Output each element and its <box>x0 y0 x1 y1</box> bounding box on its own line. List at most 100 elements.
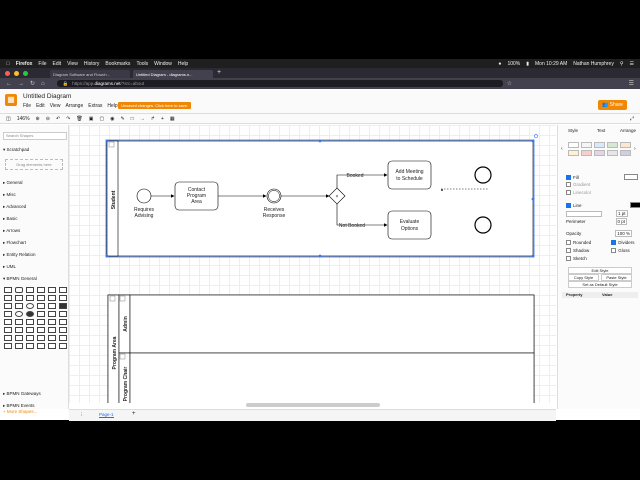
shape-tile[interactable] <box>15 335 23 341</box>
fill-color-icon[interactable]: ◉ <box>110 116 114 122</box>
menu-tools[interactable]: Tools <box>136 61 148 67</box>
table-icon[interactable]: ▦ <box>170 116 175 122</box>
line-pattern-select[interactable] <box>566 210 602 217</box>
browser-tab-1[interactable]: Diagram Software and Flowch... <box>50 70 130 78</box>
program-chair-lane[interactable] <box>129 352 535 403</box>
student-pool[interactable] <box>106 140 534 257</box>
resize-handle[interactable] <box>531 139 535 143</box>
line-width-row[interactable]: 1 pt <box>566 210 628 217</box>
edge-start-point[interactable] <box>441 189 443 191</box>
to-back-icon[interactable]: ▢ <box>99 116 104 122</box>
resize-handle[interactable] <box>105 254 109 258</box>
row-checkbox[interactable] <box>566 190 571 195</box>
shape-tile[interactable] <box>26 303 34 309</box>
unsaved-changes-button[interactable]: Unsaved changes. Click here to save. <box>118 102 192 109</box>
fill-row[interactable]: Fill <box>566 174 638 180</box>
zoom-window-icon[interactable] <box>23 70 28 76</box>
zoom-out-icon[interactable]: ⊖ <box>46 116 50 122</box>
shape-tile[interactable] <box>59 295 67 301</box>
shape-tile[interactable] <box>48 311 56 317</box>
rounded-checkbox[interactable] <box>566 240 571 245</box>
clock[interactable]: Mon 10:29 AM <box>535 61 567 67</box>
rotate-handle[interactable] <box>534 134 538 138</box>
shape-tile[interactable] <box>37 343 45 349</box>
task-evaluate-options[interactable] <box>387 210 432 240</box>
section-flowchart[interactable]: ▸ Flowchart <box>3 240 26 246</box>
shape-tile[interactable] <box>4 343 12 349</box>
shape-tile[interactable] <box>26 335 34 341</box>
gradient-checkbox[interactable] <box>566 182 571 187</box>
shape-tile[interactable] <box>15 303 23 309</box>
section-basic[interactable]: ▸ Basic <box>3 216 18 222</box>
shape-tile[interactable] <box>4 287 12 293</box>
style-swatch[interactable] <box>594 150 605 156</box>
shape-tile[interactable] <box>26 343 34 349</box>
resize-handle[interactable] <box>531 197 535 201</box>
style-swatch[interactable] <box>594 142 605 148</box>
connection-icon[interactable]: → <box>140 116 145 122</box>
line-color-swatch[interactable] <box>629 202 640 208</box>
shape-tile[interactable] <box>4 335 12 341</box>
app-menu-edit[interactable]: Edit <box>36 103 45 109</box>
menu-file[interactable]: File <box>38 61 46 67</box>
wifi-icon[interactable]: ● <box>498 61 501 67</box>
shape-tile[interactable] <box>59 319 67 325</box>
line-color-icon[interactable]: ✎ <box>121 116 125 122</box>
bookmark-star-icon[interactable]: ☆ <box>507 80 512 87</box>
menu-help[interactable]: Help <box>178 61 188 67</box>
shape-tile[interactable] <box>4 295 12 301</box>
battery-level[interactable]: 100% <box>507 61 520 67</box>
shape-tile[interactable] <box>48 319 56 325</box>
gradient-row[interactable]: Gradient <box>566 182 590 187</box>
opacity-field[interactable]: 100 % <box>615 230 633 237</box>
hamburger-menu-icon[interactable]: ☰ <box>629 80 634 87</box>
rounded-row[interactable]: Rounded Dividers <box>566 240 635 245</box>
menu-view[interactable]: View <box>67 61 78 67</box>
resize-handle[interactable] <box>318 139 322 143</box>
line-width-field[interactable]: 1 pt <box>616 210 628 217</box>
waypoints-icon[interactable]: ↱ <box>151 116 155 122</box>
app-menu-arrange[interactable]: Arrange <box>65 103 83 109</box>
shape-tile[interactable] <box>15 287 23 293</box>
shadow-row[interactable]: Shadow Gloss <box>566 248 630 253</box>
shape-tile[interactable] <box>4 327 12 333</box>
sketch-row[interactable]: Sketch <box>566 256 587 261</box>
shape-tile[interactable] <box>59 311 67 317</box>
menu-edit[interactable]: Edit <box>52 61 61 67</box>
shape-tile[interactable] <box>37 287 45 293</box>
toggle-panel-icon[interactable]: ◫ <box>6 116 11 122</box>
intermediate-event[interactable] <box>266 188 282 204</box>
section-general[interactable]: ▸ General <box>3 180 23 186</box>
line-row[interactable]: Line <box>566 202 640 208</box>
section-bpmn-general[interactable]: ▾ BPMN General <box>3 276 37 282</box>
shape-tile[interactable] <box>4 319 12 325</box>
shape-tile[interactable] <box>48 335 56 341</box>
shape-tile[interactable] <box>37 295 45 301</box>
shape-tile[interactable] <box>26 295 34 301</box>
section-advanced[interactable]: ▸ Advanced <box>3 204 26 210</box>
delete-icon[interactable]: 🗑 <box>76 116 82 122</box>
apple-icon[interactable]:  <box>6 61 10 67</box>
minimize-window-icon[interactable] <box>14 70 19 76</box>
task-add-meeting[interactable] <box>387 160 432 190</box>
style-swatch[interactable] <box>568 150 579 156</box>
app-menu-extras[interactable]: Extras <box>88 103 102 109</box>
shape-tile[interactable] <box>26 319 34 325</box>
drawio-logo-icon[interactable]: ▦ <box>5 94 17 106</box>
back-arrow-icon[interactable]: ← <box>6 81 12 87</box>
shape-tile[interactable] <box>37 303 45 309</box>
section-arrows[interactable]: ▸ Arrows <box>3 228 20 234</box>
shape-tile[interactable] <box>37 327 45 333</box>
shadow-icon[interactable]: □ <box>131 116 134 122</box>
fill-color-swatch[interactable] <box>623 174 638 180</box>
menu-firefox[interactable]: Firefox <box>16 61 33 67</box>
scratchpad-drop-zone[interactable]: Drag elements here <box>5 159 63 170</box>
menu-history[interactable]: History <box>84 61 100 67</box>
tab-style[interactable]: Style <box>568 128 578 133</box>
user-name[interactable]: Nathan Humphrey <box>573 61 614 67</box>
new-tab-button[interactable]: + <box>217 69 221 78</box>
end-event-2[interactable] <box>474 216 492 234</box>
shape-tile[interactable] <box>15 295 23 301</box>
diagram-canvas[interactable]: Student Requires Advising Contact Progra… <box>69 125 556 403</box>
resize-handle[interactable] <box>318 254 322 258</box>
